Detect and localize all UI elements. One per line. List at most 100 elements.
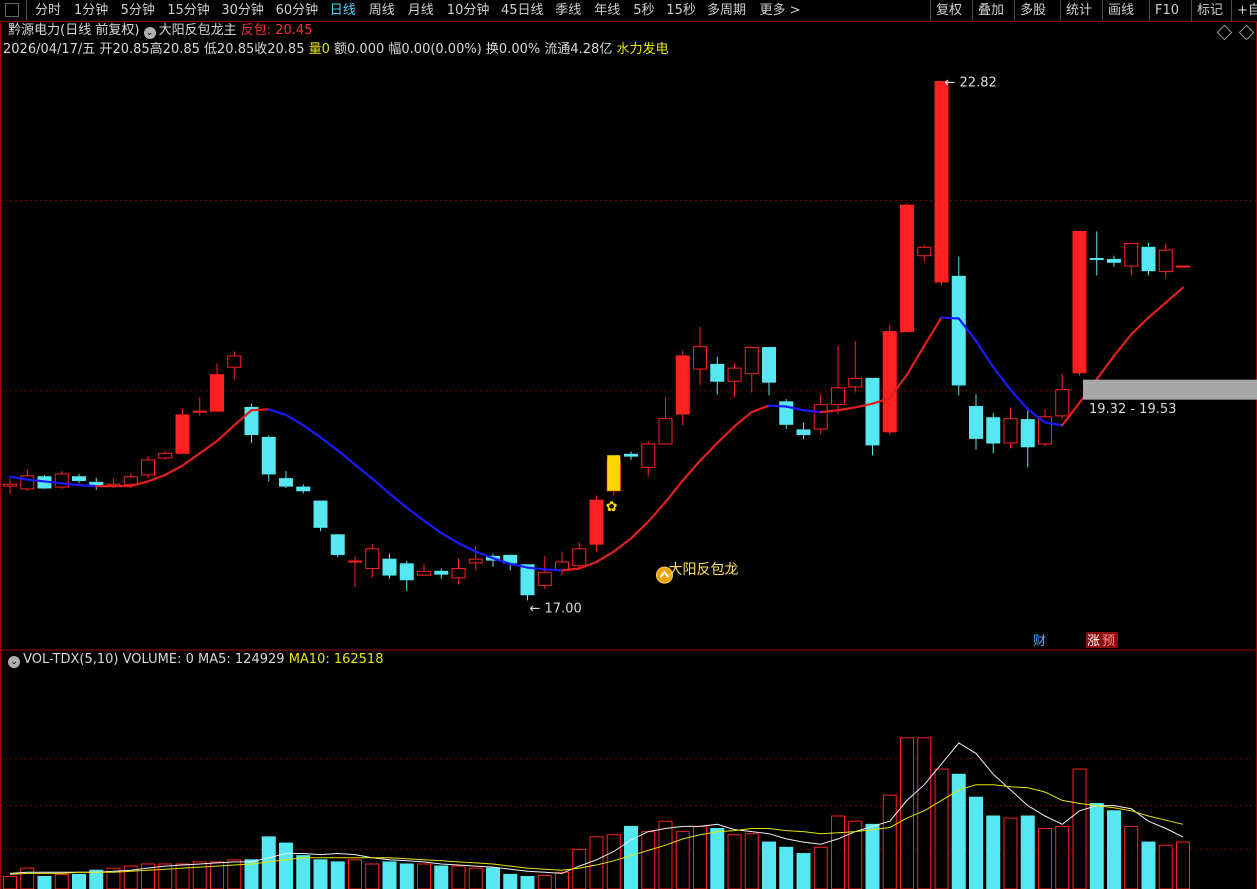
volume-bar bbox=[1055, 825, 1070, 889]
period-tab-9[interactable]: 10分钟 bbox=[447, 1, 490, 20]
price-ma-segment bbox=[371, 477, 391, 495]
volume-bar bbox=[365, 863, 380, 889]
candle-body bbox=[227, 355, 242, 368]
volume-bar bbox=[89, 869, 104, 889]
limit-up-badge: 涨 bbox=[1087, 634, 1100, 649]
candle-body bbox=[1176, 265, 1190, 268]
quote-turnover: 换0.00% bbox=[485, 42, 541, 57]
period-tab-1[interactable]: 1分钟 bbox=[74, 1, 108, 20]
period-tab-13[interactable]: 5秒 bbox=[633, 1, 654, 20]
candle-body bbox=[468, 558, 483, 564]
price-ma-segment bbox=[146, 473, 167, 483]
quote-amount: 额0.000 bbox=[334, 42, 385, 57]
indicator-value: 反包: 20.45 bbox=[240, 23, 313, 38]
max-price-label: ← 22.82 bbox=[945, 76, 997, 91]
price-ma-segment bbox=[767, 404, 788, 408]
price-ma-segment bbox=[319, 436, 339, 452]
candle-body bbox=[72, 476, 86, 481]
quote-range: 幅0.00(0.00%) bbox=[388, 42, 482, 57]
price-ma-segment bbox=[1009, 388, 1029, 411]
period-tab-2[interactable]: 5分钟 bbox=[121, 1, 155, 20]
volume-bar bbox=[296, 855, 311, 889]
period-tab-15[interactable]: 多周期 bbox=[707, 1, 746, 20]
price-ma-segment bbox=[1164, 286, 1185, 304]
price-ma-segment bbox=[595, 550, 615, 564]
price-ma-segment bbox=[647, 500, 667, 523]
volume-bar bbox=[3, 875, 17, 889]
volume-header: ⌄ VOL-TDX(5,10) VOLUME: 0 MA5: 124929 MA1… bbox=[0, 651, 383, 669]
indicator-name[interactable]: 大阳反包龙主 bbox=[159, 23, 237, 38]
price-ma-segment bbox=[629, 520, 650, 540]
period-tab-0[interactable]: 分时 bbox=[35, 1, 61, 20]
period-tab-5[interactable]: 60分钟 bbox=[276, 1, 319, 20]
toolbar-button-6[interactable]: 标记 bbox=[1197, 1, 1223, 20]
quote-low: 低20.85 bbox=[204, 42, 255, 57]
volume-bar bbox=[624, 825, 638, 889]
volume-bar bbox=[727, 834, 742, 889]
candle-body bbox=[624, 453, 638, 457]
candle-body bbox=[1038, 416, 1052, 445]
period-tab-16[interactable]: 更多 > bbox=[760, 1, 801, 20]
kline-chart[interactable]: ✿ 大阳反包龙 ← 22.82 ← 17.00 19.32 - 19.53 财 涨预 bbox=[0, 0, 1257, 889]
candle-body bbox=[365, 548, 380, 570]
price-ma-segment bbox=[353, 463, 374, 480]
finance-badge: 财 bbox=[1033, 634, 1046, 649]
price-zone-label: 19.32 - 19.53 bbox=[1089, 402, 1176, 417]
candle-body bbox=[710, 363, 725, 382]
toolbar-button-4[interactable]: 画线 bbox=[1108, 1, 1134, 20]
price-ma-segment bbox=[1095, 354, 1116, 381]
toolbar-button-0[interactable]: 复权 bbox=[936, 1, 962, 20]
candle-body bbox=[1020, 419, 1035, 448]
volume-bar bbox=[555, 871, 569, 889]
volume-bar bbox=[54, 873, 69, 889]
forecast-badge: 预 bbox=[1102, 634, 1115, 649]
volume-bar bbox=[744, 833, 759, 889]
period-tab-14[interactable]: 15秒 bbox=[666, 1, 696, 20]
candle-body bbox=[848, 377, 863, 388]
candle-body bbox=[1141, 246, 1156, 272]
candle-body bbox=[348, 560, 362, 563]
candle-body bbox=[693, 346, 707, 370]
candle-body bbox=[831, 387, 845, 406]
indicator-menu-icon[interactable]: ⌄ bbox=[143, 27, 156, 39]
candle-body bbox=[1107, 258, 1121, 263]
toolbar-button-5[interactable]: F10 bbox=[1155, 1, 1179, 20]
volume-bar bbox=[503, 873, 518, 889]
volume-menu-icon[interactable]: ⌄ bbox=[8, 656, 21, 668]
volume-bar bbox=[468, 867, 483, 889]
candle-body bbox=[641, 443, 656, 468]
volume-bar bbox=[537, 874, 552, 889]
price-ma-segment bbox=[664, 479, 684, 504]
candle-body bbox=[537, 571, 552, 586]
stock-name[interactable]: 黔源电力 bbox=[8, 23, 60, 38]
chart-mode: (日线 前复权) bbox=[60, 23, 140, 38]
min-price-label: ← 17.00 bbox=[530, 601, 582, 616]
period-tab-3[interactable]: 15分钟 bbox=[167, 1, 210, 20]
toolbar-button-1[interactable]: 叠加 bbox=[978, 1, 1004, 20]
quote-volume: 量0 bbox=[308, 42, 330, 57]
period-tab-6[interactable]: 日线 bbox=[330, 1, 356, 20]
candle-body bbox=[744, 347, 759, 375]
panel-grip-icon[interactable] bbox=[5, 3, 19, 17]
candle-body bbox=[382, 558, 397, 576]
period-tab-7[interactable]: 周线 bbox=[369, 1, 395, 20]
volume-bar bbox=[158, 863, 173, 889]
toolbar-button-2[interactable]: 多股 bbox=[1020, 1, 1046, 20]
period-tab-10[interactable]: 45日线 bbox=[501, 1, 544, 20]
volume-bar bbox=[710, 828, 725, 889]
volume-indicator-name[interactable]: VOL-TDX(5,10) bbox=[23, 652, 118, 667]
toolbar-button-7[interactable]: +自 bbox=[1237, 1, 1257, 20]
quote-concept[interactable]: 水力发电 bbox=[616, 42, 668, 57]
volume-bar bbox=[399, 863, 414, 889]
candle-body bbox=[417, 570, 431, 576]
quote-date: 2026/04/17/五 bbox=[3, 42, 96, 57]
volume-bar bbox=[313, 859, 328, 889]
period-tab-8[interactable]: 月线 bbox=[408, 1, 434, 20]
candle-body bbox=[192, 410, 207, 413]
price-ma-segment bbox=[284, 413, 305, 427]
quote-close: 收20.85 bbox=[254, 42, 305, 57]
period-tab-4[interactable]: 30分钟 bbox=[221, 1, 264, 20]
period-tab-11[interactable]: 季线 bbox=[555, 1, 581, 20]
toolbar-button-3[interactable]: 统计 bbox=[1066, 1, 1092, 20]
period-tab-12[interactable]: 年线 bbox=[594, 1, 620, 20]
